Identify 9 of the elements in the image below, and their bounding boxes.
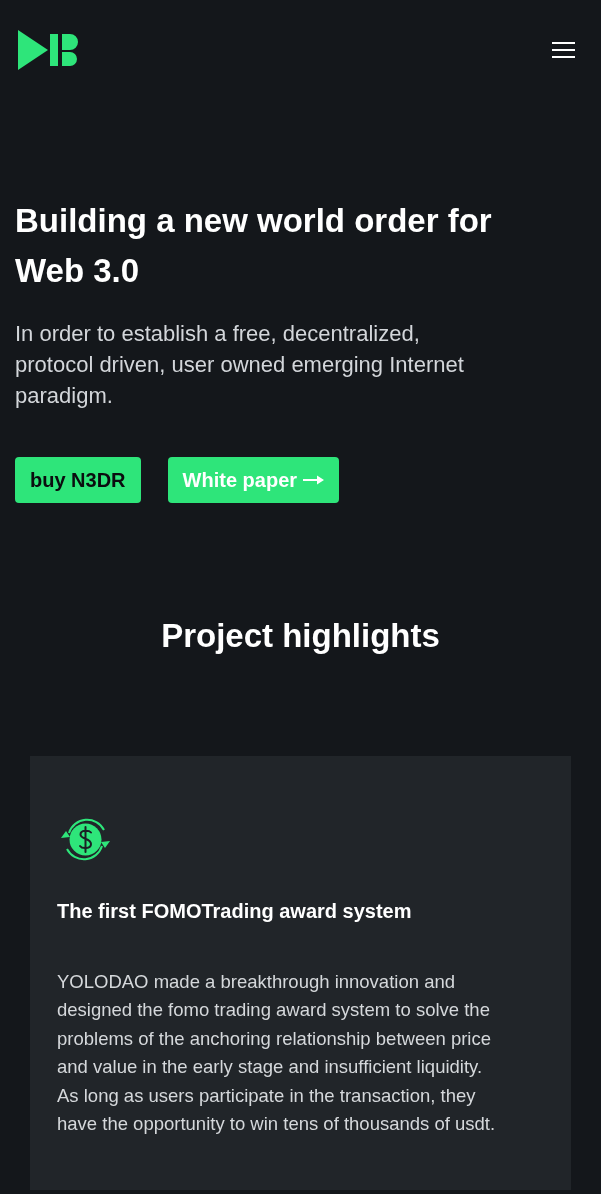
logo-icon[interactable] (18, 30, 78, 70)
menu-icon[interactable] (552, 42, 575, 58)
section-title: Project highlights (160, 616, 441, 656)
hero-subtitle: In order to establish a free, decentralized, protocol driven, user owned emerging Internet paradigm. (15, 320, 465, 410)
card-text: YOLODAO made a breakthrough innovation and designed the fomo trading award system to solve the problems of the anchoring relationship between price and value in the early stage and insufficient liquidity. As long as users participate in the transaction, they have the opportunity to win tens of thousands of usdt. (57, 969, 497, 1136)
card-title: The first FOMOTrading award system (57, 898, 413, 924)
arrow-right-icon (303, 475, 325, 485)
hero-title: Building a new world order for Web 3.0 (15, 201, 493, 291)
buy-button[interactable]: buy N3DR (15, 457, 141, 503)
